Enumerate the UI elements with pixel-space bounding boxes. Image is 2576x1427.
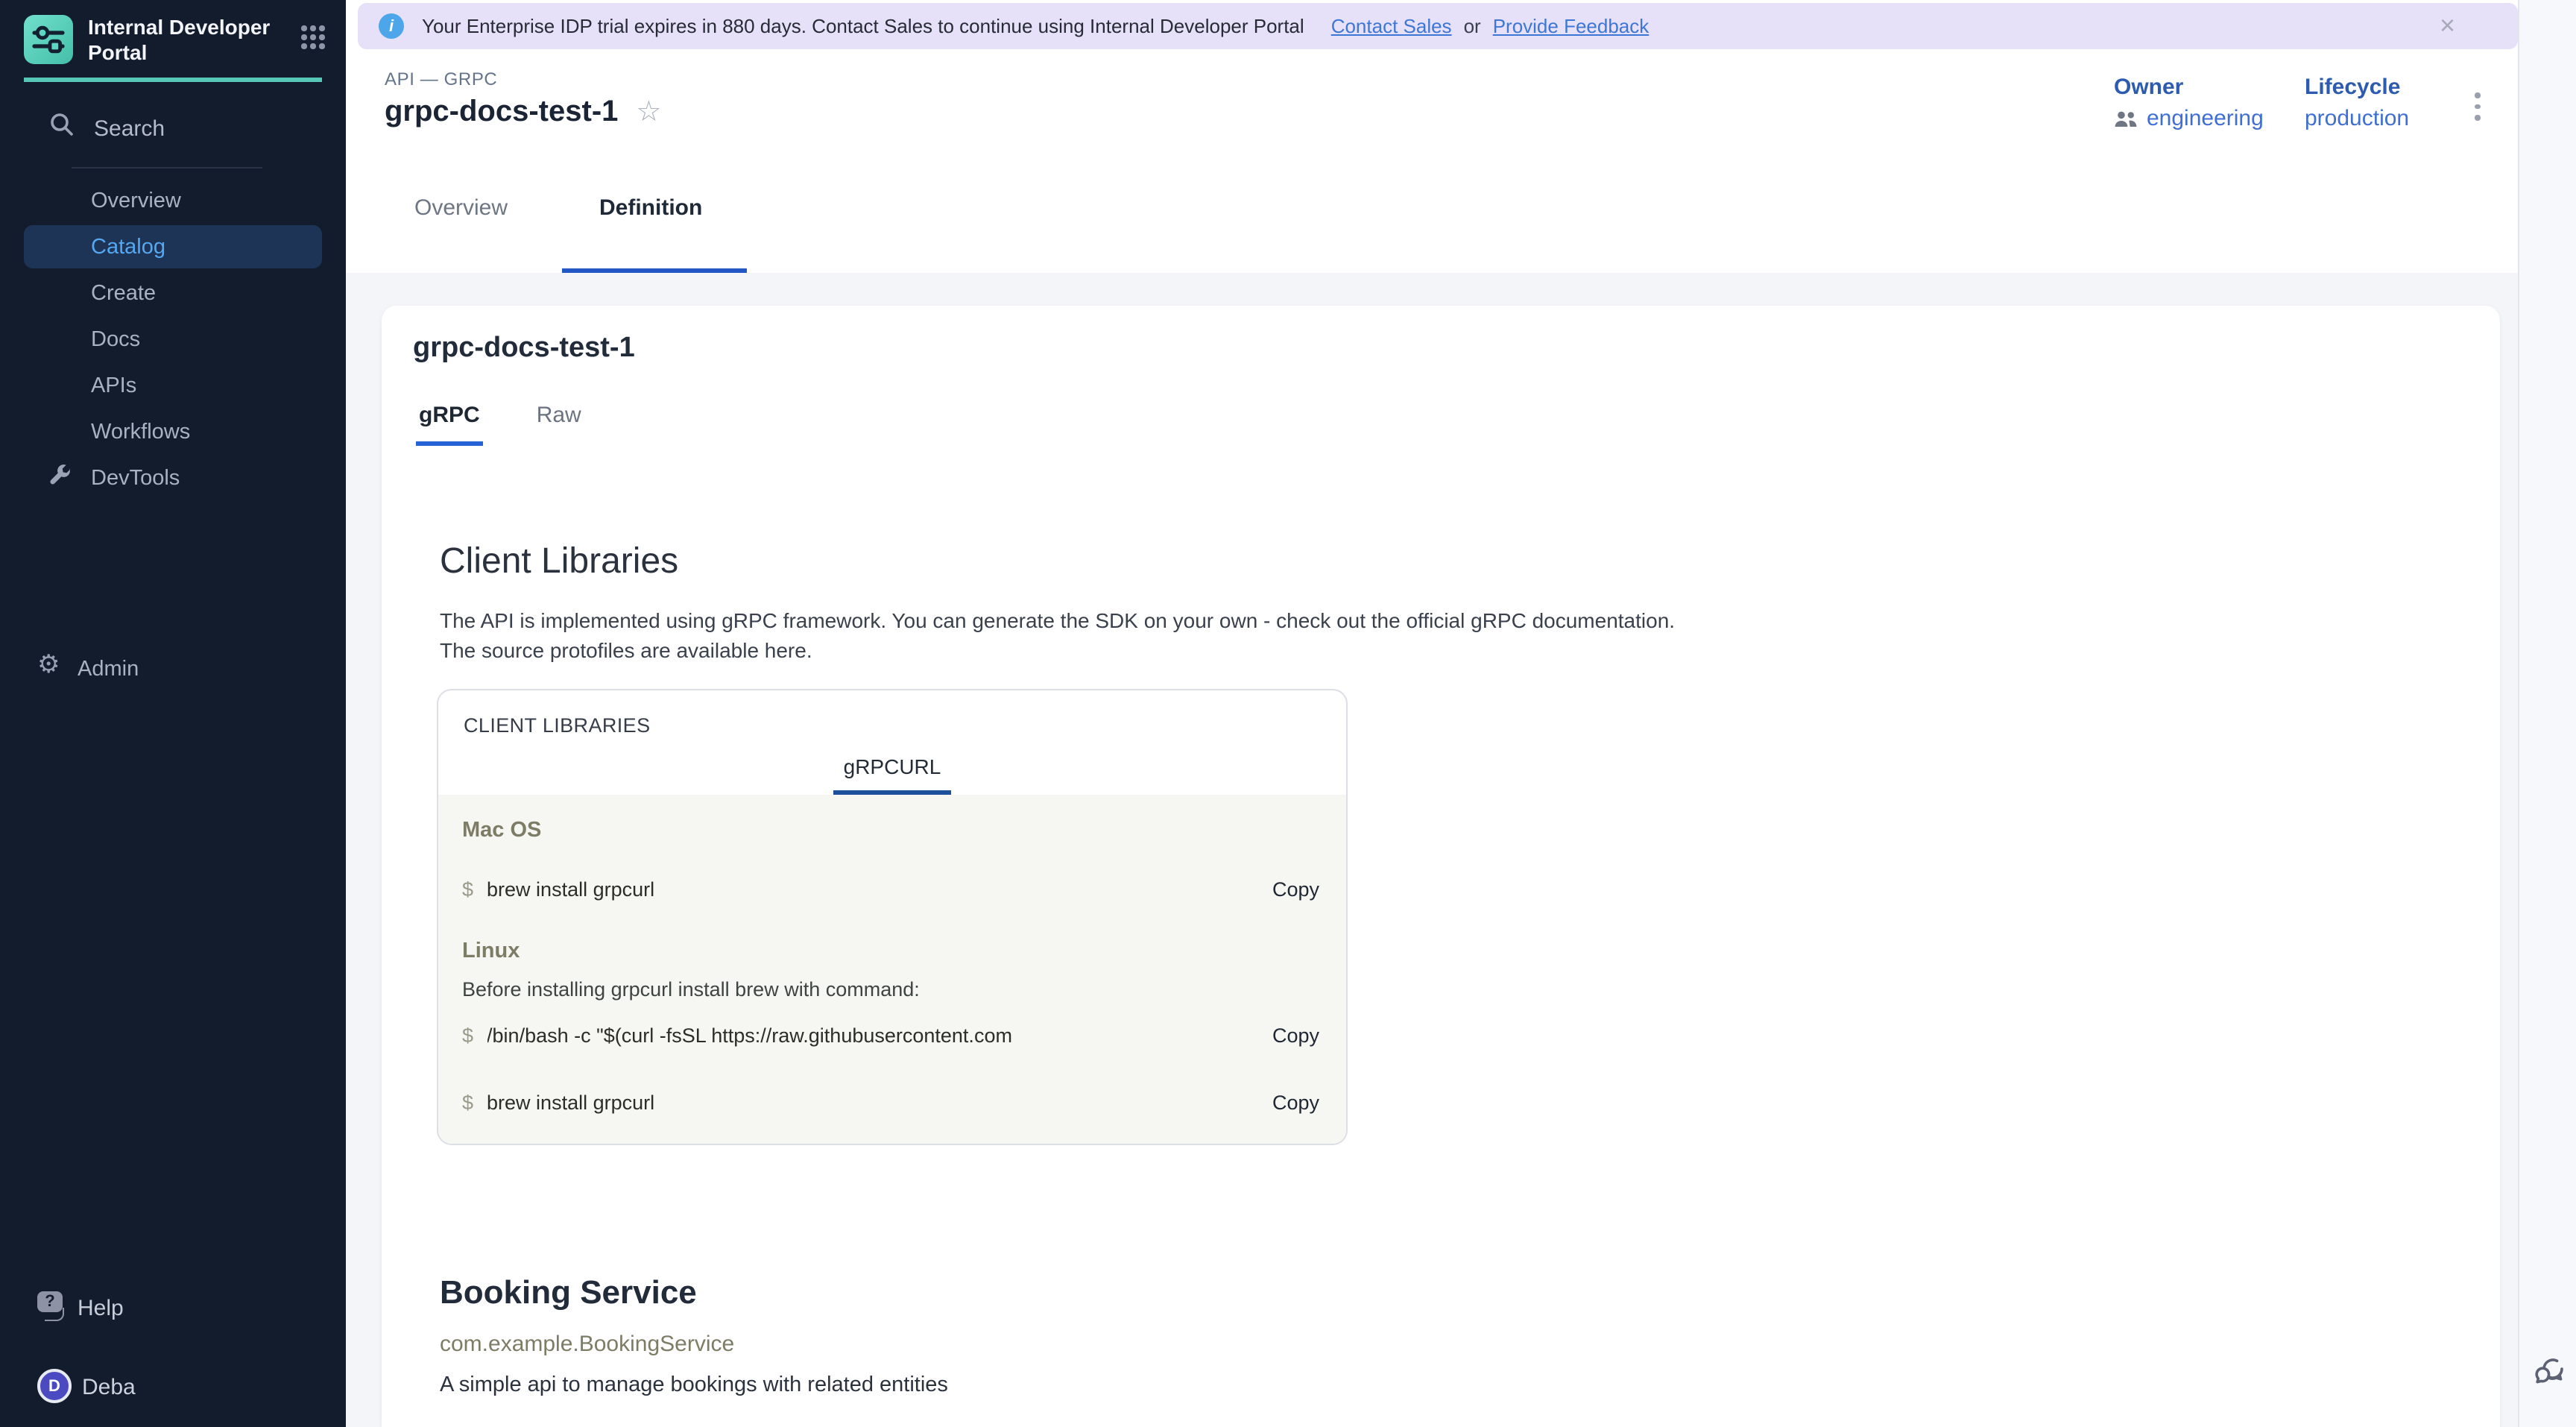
gear-icon: ⚙ [37, 653, 60, 678]
info-icon: i [379, 13, 404, 39]
breadcrumb[interactable]: API — GRPC [385, 69, 497, 89]
chat-bubbles-icon[interactable] [2531, 1354, 2567, 1397]
sidebar-item-create[interactable]: Create [0, 270, 346, 316]
sidebar-item-label: DevTools [91, 466, 180, 490]
entity-tabbar: Overview Definition [346, 160, 2518, 273]
macos-label: Mac OS [462, 819, 1319, 842]
client-libraries-card-body: Mac OS $ brew install grpcurl Copy Linux… [438, 795, 1346, 1144]
sidebar-item-docs[interactable]: Docs [0, 316, 346, 362]
sidebar-item-label: Catalog [91, 235, 165, 259]
tab-grpc[interactable]: gRPC [416, 403, 483, 446]
tab-grpcurl[interactable]: gRPCURL [833, 755, 952, 795]
page-title: grpc-docs-test-1 [385, 95, 618, 130]
tab-raw[interactable]: Raw [534, 403, 584, 446]
sidebar: Internal Developer Portal Search Overvie… [0, 0, 346, 1427]
tab-overview[interactable]: Overview [414, 195, 508, 221]
brand-logo-icon [24, 15, 73, 64]
shell-prompt: $ [462, 1091, 473, 1114]
definition-card: grpc-docs-test-1 gRPC Raw Client Librari… [382, 306, 2500, 1427]
shell-prompt: $ [462, 878, 473, 901]
sidebar-item-workflows[interactable]: Workflows [0, 409, 346, 455]
owner-label: Owner [2114, 75, 2264, 100]
shell-prompt: $ [462, 1024, 473, 1047]
client-libraries-card-header: CLIENT LIBRARIES [438, 690, 1346, 737]
star-icon[interactable]: ☆ [636, 98, 661, 127]
client-libraries-heading: Client Libraries [440, 541, 2464, 583]
help-button[interactable]: ? Help [0, 1290, 346, 1326]
lifecycle-value: production [2305, 106, 2409, 131]
owner-value-link[interactable]: engineering [2114, 106, 2264, 131]
user-menu[interactable]: D Deba [0, 1367, 346, 1406]
sidebar-item-label: Workflows [91, 420, 190, 444]
sidebar-item-label: Docs [91, 327, 140, 351]
lifecycle-meta: Lifecycle production [2305, 75, 2409, 131]
brand[interactable]: Internal Developer Portal [0, 0, 346, 66]
sidebar-bottom: ? Help D Deba [0, 1248, 346, 1427]
booking-service-fqn: com.example.BookingService [440, 1332, 2464, 1357]
client-libraries-card: CLIENT LIBRARIES gRPCURL Mac OS $ brew i… [437, 689, 1348, 1145]
more-options-kebab-icon[interactable] [2469, 86, 2486, 127]
sidebar-nav: Overview Catalog Create Docs APIs Workfl… [0, 177, 346, 501]
clipped-text-line: A simple api to manage bookings with rel… [440, 1373, 2464, 1397]
brand-title: Internal Developer Portal [88, 15, 285, 66]
help-chat-icon: ? [37, 1291, 63, 1312]
page-header: API — GRPC grpc-docs-test-1 ☆ Owner engi… [346, 51, 2518, 160]
sidebar-divider [72, 167, 262, 168]
sidebar-item-devtools[interactable]: DevTools [0, 455, 346, 501]
command-text: brew install grpcurl [487, 1091, 1251, 1114]
lifecycle-label: Lifecycle [2305, 75, 2409, 100]
admin-label: Admin [78, 658, 139, 681]
topbar: i Your Enterprise IDP trial expires in 8… [346, 0, 2518, 51]
right-rail [2518, 0, 2576, 1427]
copy-button[interactable]: Copy [1272, 1024, 1319, 1047]
sidebar-item-catalog[interactable]: Catalog [24, 225, 322, 268]
app-root: Internal Developer Portal Search Overvie… [0, 0, 2576, 1427]
sidebar-item-label: Overview [91, 189, 181, 212]
sidebar-item-admin[interactable]: ⚙ Admin [0, 646, 346, 693]
command-text: /bin/bash -c "$(curl -fsSL https://raw.g… [487, 1024, 1251, 1047]
owner-meta: Owner engineering [2114, 75, 2264, 131]
copy-button[interactable]: Copy [1272, 1091, 1319, 1114]
wrench-icon [48, 462, 73, 494]
trial-banner: i Your Enterprise IDP trial expires in 8… [358, 3, 2518, 49]
copy-button[interactable]: Copy [1272, 878, 1319, 901]
people-icon [2114, 110, 2138, 127]
client-libraries-description-2: The source protofiles are available here… [440, 635, 2464, 665]
trial-message: Your Enterprise IDP trial expires in 880… [422, 15, 1304, 37]
owner-value: engineering [2147, 106, 2264, 131]
code-row-mac: $ brew install grpcurl Copy [462, 878, 1319, 901]
apps-grid-icon[interactable] [301, 25, 325, 49]
code-row-linux-2: $ brew install grpcurl Copy [462, 1091, 1319, 1114]
sidebar-item-label: Create [91, 281, 156, 305]
brand-accent-rule [24, 78, 322, 82]
linux-note: Before installing grpcurl install brew w… [462, 978, 1319, 1001]
help-label: Help [78, 1295, 124, 1320]
code-row-linux-1: $ /bin/bash -c "$(curl -fsSL https://raw… [462, 1024, 1319, 1047]
client-libraries-description-1: The API is implemented using gRPC framew… [440, 605, 2464, 635]
sidebar-item-apis[interactable]: APIs [0, 362, 346, 409]
sidebar-search[interactable]: Search [0, 112, 346, 145]
user-name: Deba [82, 1374, 136, 1399]
sidebar-item-label: APIs [91, 374, 136, 397]
tab-definition[interactable]: Definition [599, 195, 702, 221]
contact-sales-link[interactable]: Contact Sales [1331, 15, 1452, 37]
search-label: Search [94, 116, 165, 141]
avatar: D [37, 1369, 72, 1403]
main-content: grpc-docs-test-1 gRPC Raw Client Librari… [346, 273, 2518, 1427]
sidebar-item-overview[interactable]: Overview [0, 177, 346, 224]
provide-feedback-link[interactable]: Provide Feedback [1493, 15, 1650, 37]
linux-label: Linux [462, 939, 1319, 963]
definition-view-tabs: gRPC Raw [416, 403, 2464, 446]
search-icon [49, 112, 75, 145]
definition-title: grpc-docs-test-1 [413, 333, 2464, 365]
banner-conjunction: or [1464, 15, 1481, 37]
booking-service-heading: Booking Service [440, 1273, 2464, 1312]
command-text: brew install grpcurl [487, 878, 1251, 901]
close-icon[interactable]: × [2440, 10, 2455, 40]
client-libraries-section: Client Libraries The API is implemented … [440, 541, 2464, 1397]
